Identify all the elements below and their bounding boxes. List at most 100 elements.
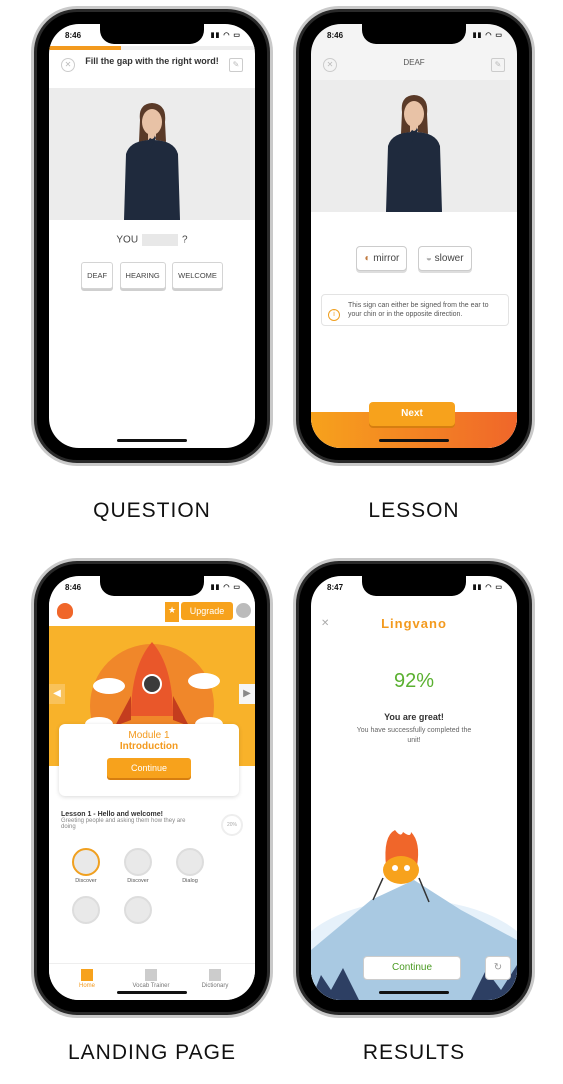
phone-lesson: 8:46 ▮▮ ◠ ▭ ✕ DEAF ✎ ◐ mirror ◒ slower i… (299, 12, 529, 460)
result-message: You have successfully completed the unit… (356, 727, 472, 744)
module-number: Module 1 (128, 730, 170, 741)
gap-blank (142, 234, 179, 246)
step-dialog[interactable]: Dialog (173, 848, 207, 884)
sign-video[interactable] (49, 88, 255, 220)
playback-options: ◐ mirror ◒ slower (311, 246, 517, 271)
slower-label: slower (434, 253, 464, 264)
eye-icon (72, 848, 100, 876)
lock-icon (124, 896, 152, 924)
caption-landing: LANDING PAGE (68, 1041, 236, 1064)
signer-illustration (124, 103, 180, 220)
continue-button[interactable]: Continue (107, 758, 191, 778)
home-icon (81, 969, 93, 981)
status-time: 8:46 (65, 31, 82, 40)
gap-sentence: YOU? (49, 234, 255, 246)
tab-label: Vocab Trainer (132, 983, 170, 989)
tab-vocab-trainer[interactable]: Vocab Trainer (121, 969, 181, 989)
step-image[interactable] (69, 896, 103, 926)
status-time: 8:46 (327, 31, 344, 40)
progress-fill (49, 46, 122, 50)
lesson-subtitle: Greeting people and asking them how they… (61, 818, 186, 830)
option-hearing-button[interactable]: HEARING (119, 262, 166, 289)
signer-illustration (386, 95, 442, 212)
answer-options: DEAF HEARING WELCOME (49, 262, 255, 289)
upgrade-button[interactable]: Upgrade (181, 602, 233, 620)
app-logo-icon[interactable] (57, 603, 73, 619)
notch (362, 576, 466, 596)
sign-video[interactable] (311, 80, 517, 212)
tab-bar: Home Vocab Trainer Dictionary (49, 963, 255, 1000)
chat-icon (176, 848, 204, 876)
signal-wifi-battery-icon: ▮▮ ◠ ▭ (472, 32, 503, 39)
previous-module-arrow[interactable]: ◀ (49, 684, 65, 704)
eye-icon (124, 848, 152, 876)
status-time: 8:46 (65, 583, 82, 592)
home-indicator (117, 991, 187, 994)
next-button[interactable]: Next (369, 402, 455, 426)
question-title: Fill the gap with the right word! (85, 56, 219, 66)
replay-icon[interactable]: ↻ (485, 956, 511, 980)
step-discover-1[interactable]: Discover (69, 848, 103, 884)
info-box: i This sign can either be signed from th… (321, 294, 509, 326)
caption-question: QUESTION (93, 499, 211, 522)
home-indicator (117, 439, 187, 442)
tab-label: Dictionary (201, 983, 229, 989)
star-bookmark-icon: ★ (165, 602, 179, 622)
lesson-title: DEAF (403, 58, 425, 67)
turtle-icon: ◒ (425, 253, 435, 264)
option-deaf-button[interactable]: DEAF (81, 262, 114, 289)
note-icon[interactable]: ✎ (491, 58, 505, 72)
step-discover-2[interactable]: Discover (121, 848, 155, 884)
mirror-button[interactable]: ◐ mirror (356, 246, 408, 271)
mirror-icon: ◐ (364, 253, 374, 264)
info-text: This sign can either be signed from the … (348, 302, 489, 318)
signal-wifi-battery-icon: ▮▮ ◠ ▭ (472, 584, 503, 591)
notch (100, 576, 204, 596)
progress-bar (49, 46, 255, 50)
screen-lesson: 8:46 ▮▮ ◠ ▭ ✕ DEAF ✎ ◐ mirror ◒ slower i… (311, 24, 517, 448)
status-time: 8:47 (327, 583, 344, 592)
phone-results: 8:47 ▮▮ ◠ ▭ ✕ Lingvano 92% You are great… (299, 564, 529, 1012)
gap-prefix: YOU (116, 234, 139, 246)
step-label: Discover (75, 878, 97, 884)
continue-button[interactable]: Continue (363, 956, 461, 980)
cards-icon (145, 969, 157, 981)
phone-question: 8:46 ▮▮ ◠ ▭ ✕ Fill the gap with the righ… (37, 12, 267, 460)
phone-landing: 8:46 ▮▮ ◠ ▭ ★ Upgrade ◀ ▶ Module 1 Intro… (37, 564, 267, 1012)
lesson-progress-ring: 20% (221, 814, 243, 836)
result-headline: You are great! (384, 712, 444, 722)
lesson-card[interactable]: Lesson 1 - Hello and welcome! Greeting p… (55, 808, 249, 842)
module-name: Introduction (119, 741, 179, 752)
landing-header: ★ Upgrade (49, 598, 255, 626)
image-icon (72, 896, 100, 924)
gap-suffix: ? (182, 234, 188, 246)
note-icon[interactable]: ✎ (229, 58, 243, 72)
screen-question: 8:46 ▮▮ ◠ ▭ ✕ Fill the gap with the righ… (49, 24, 255, 448)
screen-results: 8:47 ▮▮ ◠ ▭ ✕ Lingvano 92% You are great… (311, 576, 517, 1000)
caption-results: RESULTS (362, 1041, 466, 1064)
step-quiz[interactable] (121, 896, 155, 926)
mirror-label: mirror (373, 253, 400, 264)
close-icon[interactable]: ✕ (61, 58, 75, 72)
avatar[interactable] (236, 603, 251, 618)
next-module-arrow[interactable]: ▶ (239, 684, 255, 704)
step-label: Discover (127, 878, 149, 884)
module-card: Module 1 Introduction Continue (59, 724, 239, 796)
lesson-title: Lesson 1 - Hello and welcome! (61, 811, 163, 818)
tab-home[interactable]: Home (57, 969, 117, 989)
notch (362, 24, 466, 44)
caption-lesson: LESSON (368, 499, 460, 522)
tab-label: Home (78, 983, 95, 989)
option-welcome-button[interactable]: WELCOME (172, 262, 223, 289)
step-label: Dialog (182, 878, 198, 884)
notch (100, 24, 204, 44)
signal-wifi-battery-icon: ▮▮ ◠ ▭ (210, 32, 241, 39)
book-icon (209, 969, 221, 981)
slower-button[interactable]: ◒ slower (417, 246, 472, 271)
info-icon: i (328, 309, 340, 321)
score-percent: 92% (393, 670, 435, 692)
tab-dictionary[interactable]: Dictionary (185, 969, 245, 989)
home-indicator (379, 439, 449, 442)
signal-wifi-battery-icon: ▮▮ ◠ ▭ (210, 584, 241, 591)
home-indicator (379, 991, 449, 994)
